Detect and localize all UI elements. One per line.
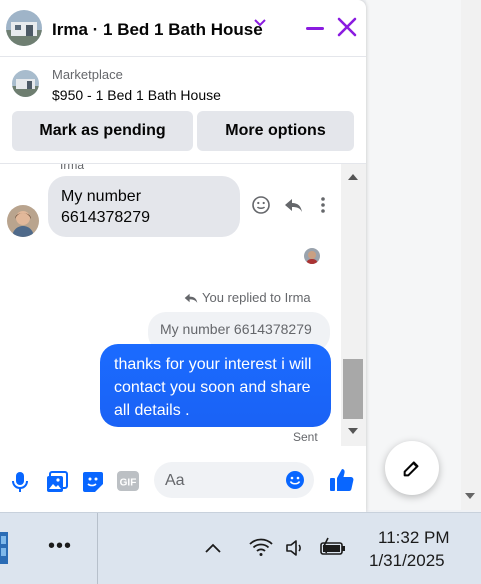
minimize-button[interactable] [306,27,324,30]
windows-taskbar: ••• 11:32 PM 1/31/2025 [0,512,481,584]
wifi-icon[interactable] [249,537,273,557]
message-input-placeholder: Aa [165,472,185,489]
message-input[interactable]: Aa [154,462,314,498]
message-composer: GIF Aa [0,446,366,512]
marketplace-listing-banner: Marketplace $950 - 1 Bed 1 Bath House Ma… [0,57,366,164]
page-scrollbar[interactable] [461,0,481,510]
close-icon[interactable] [336,16,358,38]
compose-icon [403,461,419,477]
chat-window: Irma · 1 Bed 1 Bath House Marketplace $9… [0,0,366,512]
taskbar-overflow-button[interactable]: ••• [48,535,72,558]
incoming-message-line: My number [61,188,142,205]
battery-charging-icon[interactable] [319,537,347,557]
clock-date[interactable]: 1/31/2025 [369,551,445,571]
gif-icon[interactable]: GIF [117,471,139,491]
listing-thumbnail[interactable] [12,70,39,97]
listing-category: Marketplace [52,67,123,82]
scroll-down-arrow[interactable] [348,428,358,434]
message-status: Sent [293,430,318,444]
thumbs-up-icon[interactable] [329,467,355,493]
reply-icon [184,293,198,303]
new-message-button[interactable] [385,441,439,495]
more-options-button[interactable]: More options [197,111,354,151]
incoming-message-line: 6614378279 [61,209,150,226]
seen-indicator-avatar [304,248,320,264]
pinned-app-icon[interactable] [0,530,10,566]
reply-icon[interactable] [283,195,303,215]
outgoing-message-bubble[interactable]: thanks for your interest i will contact … [100,344,331,427]
incoming-message-bubble[interactable]: My number 6614378279 [48,176,240,237]
react-emoji-icon[interactable] [251,195,271,215]
photo-icon[interactable] [46,471,68,493]
more-actions-icon[interactable] [318,195,328,215]
scrollbar-thumb[interactable] [343,359,363,419]
chevron-down-icon[interactable] [254,18,266,28]
mark-as-pending-button[interactable]: Mark as pending [12,111,193,151]
emoji-icon[interactable] [285,470,305,490]
reply-context-text: You replied to Irma [202,290,311,305]
conversation-title[interactable]: Irma · 1 Bed 1 Bath House [52,20,263,40]
message-list-scrollbar[interactable] [341,164,366,446]
listing-price-title[interactable]: $950 - 1 Bed 1 Bath House [52,87,221,103]
sender-avatar[interactable] [7,205,39,237]
sender-name: Irma [60,164,84,172]
message-list[interactable]: Irma My number 6614378279 You replied to… [0,164,340,446]
svg-text:GIF: GIF [120,478,137,489]
scroll-up-arrow[interactable] [348,174,358,180]
page-scroll-down-arrow[interactable] [465,493,475,499]
clock-time[interactable]: 11:32 PM [378,528,450,548]
volume-icon[interactable] [285,538,307,558]
taskbar-divider [97,513,98,584]
chat-header: Irma · 1 Bed 1 Bath House [0,0,366,57]
conversation-avatar[interactable] [6,10,42,46]
sticker-icon[interactable] [82,471,104,493]
microphone-icon[interactable] [12,471,28,493]
chevron-up-icon[interactable] [204,542,222,554]
reply-context-label: You replied to Irma [184,290,311,305]
